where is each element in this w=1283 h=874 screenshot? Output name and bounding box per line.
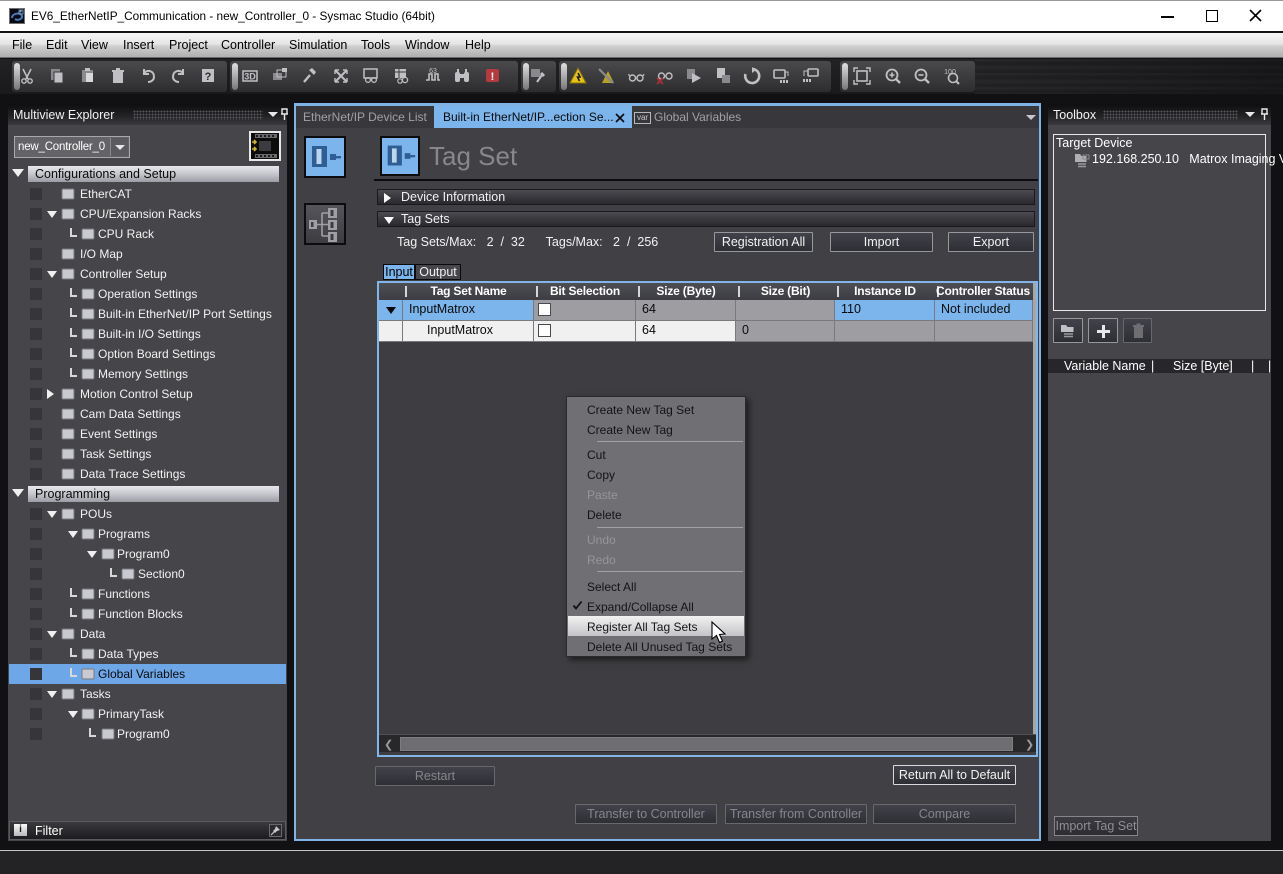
svg-text:100: 100 — [944, 69, 956, 76]
svg-text:!: ! — [491, 71, 495, 83]
svg-text:63: 63 — [429, 68, 437, 75]
svg-text:3D: 3D — [244, 72, 256, 82]
svg-text:?: ? — [205, 71, 212, 83]
